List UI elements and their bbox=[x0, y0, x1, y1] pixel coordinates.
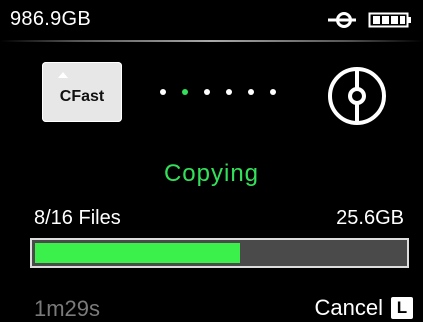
storage-remaining: 986.9GB bbox=[10, 8, 92, 30]
drive-disk-icon bbox=[328, 67, 386, 125]
elapsed-time: 1m29s bbox=[34, 296, 101, 321]
progress-dot bbox=[160, 89, 166, 95]
status-bar: 986.9GB bbox=[0, 0, 423, 42]
progress-bar-fill bbox=[35, 243, 240, 263]
progress-bar bbox=[32, 240, 407, 266]
data-size: 25.6GB bbox=[336, 207, 404, 229]
progress-dot-active bbox=[182, 89, 188, 95]
progress-dot bbox=[270, 89, 276, 95]
files-count: 8/16 Files bbox=[34, 207, 121, 229]
card-notch bbox=[58, 72, 68, 78]
progress-dot bbox=[204, 89, 210, 95]
usb-plug-icon bbox=[328, 12, 356, 28]
cfast-card-icon: CFast bbox=[42, 62, 122, 122]
progress-dot bbox=[248, 89, 254, 95]
divider bbox=[0, 40, 423, 42]
transfer-progress-dots bbox=[160, 89, 290, 97]
source-label: CFast bbox=[59, 88, 105, 105]
cancel-button[interactable]: Cancel L bbox=[315, 294, 413, 322]
transfer-status: Copying bbox=[163, 160, 260, 187]
progress-dot bbox=[226, 89, 232, 95]
l-key-icon: L bbox=[391, 297, 413, 319]
cancel-label: Cancel bbox=[314, 295, 383, 320]
battery-icon bbox=[368, 12, 411, 28]
